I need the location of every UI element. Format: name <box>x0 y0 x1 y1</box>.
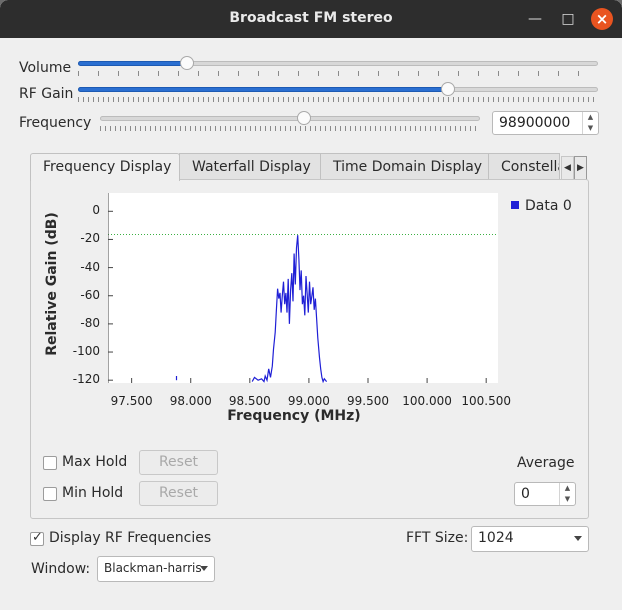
frequency-handle[interactable] <box>297 111 311 125</box>
spectrum-svg <box>108 193 498 383</box>
x-tick-label: 99.500 <box>347 394 389 408</box>
tab-frequency-display[interactable]: Frequency Display <box>30 153 180 181</box>
x-tick-label: 100.500 <box>461 394 511 408</box>
average-spinbox[interactable]: 0 ▲ ▼ <box>514 482 576 506</box>
rf-gain-label: RF Gain <box>19 86 74 102</box>
y-tick-label: -40 <box>80 259 100 274</box>
y-tick-label: -100 <box>72 344 100 359</box>
title-bar[interactable]: Broadcast FM stereo — □ × <box>0 0 622 38</box>
volume-slider[interactable] <box>78 56 598 77</box>
legend: Data 0 <box>511 198 572 214</box>
display-rf-checkbox[interactable] <box>30 530 44 546</box>
x-tick-label: 98.500 <box>228 394 271 408</box>
window-value: Blackman-harris <box>104 561 202 575</box>
maximize-icon[interactable]: □ <box>557 8 579 30</box>
frequency-slider[interactable] <box>100 111 480 132</box>
tab-time-domain-display[interactable]: Time Domain Display <box>320 153 489 180</box>
volume-ticks <box>78 71 598 76</box>
fft-size-select[interactable]: 1024 <box>471 526 589 552</box>
spectrum-plot[interactable] <box>108 193 498 383</box>
x-axis-label: Frequency (MHz) <box>227 408 361 424</box>
display-rf-label: Display RF Frequencies <box>49 530 212 546</box>
x-tick-label: 99.000 <box>287 394 330 408</box>
y-tick-label: -120 <box>72 372 100 387</box>
max-hold-label: Max Hold <box>62 454 128 470</box>
rf-gain-slider[interactable] <box>78 82 598 103</box>
chevron-down-icon <box>200 566 208 571</box>
y-tick-label: -20 <box>80 231 100 246</box>
frequency-track <box>100 116 480 121</box>
tab-scroll-left-icon[interactable]: ◀ <box>561 156 574 180</box>
volume-handle[interactable] <box>180 56 194 70</box>
min-hold-label: Min Hold <box>62 485 124 501</box>
window-select[interactable]: Blackman-harris <box>97 556 215 582</box>
volume-fill <box>78 61 187 66</box>
legend-label: Data 0 <box>525 198 572 214</box>
tab-constellation[interactable]: Constella <box>488 153 560 180</box>
spin-down-icon[interactable]: ▼ <box>583 123 598 134</box>
x-tick-label: 100.000 <box>402 394 452 408</box>
frequency-spin-arrows[interactable]: ▲ ▼ <box>582 112 598 134</box>
series-line-data-0 <box>251 235 328 383</box>
average-value[interactable]: 0 <box>521 486 530 502</box>
fft-size-label: FFT Size: <box>406 530 469 546</box>
x-tick-label: 97.500 <box>110 394 153 408</box>
chevron-down-icon <box>574 536 582 541</box>
y-tick-label: -60 <box>80 287 100 302</box>
max-hold-checkbox[interactable] <box>43 456 57 470</box>
minimize-icon[interactable]: — <box>524 8 546 30</box>
y-axis-label: Relative Gain (dB) <box>44 212 60 356</box>
y-tick-label: -80 <box>80 315 100 330</box>
close-icon[interactable]: × <box>591 8 613 30</box>
rf-gain-ticks <box>78 97 598 102</box>
frequency-value[interactable]: 98900000 <box>499 115 570 131</box>
spin-up-icon[interactable]: ▲ <box>583 112 598 123</box>
min-hold-checkbox[interactable] <box>43 487 57 501</box>
average-spin-arrows[interactable]: ▲ ▼ <box>559 483 575 505</box>
max-hold-reset-button[interactable]: Reset <box>139 450 218 475</box>
window-label: Window: <box>31 561 91 577</box>
frequency-spinbox[interactable]: 98900000 ▲ ▼ <box>492 111 599 135</box>
legend-swatch <box>511 201 519 209</box>
frequency-ticks <box>100 126 480 131</box>
x-tick-label: 98.000 <box>169 394 212 408</box>
spin-up-icon[interactable]: ▲ <box>560 483 575 494</box>
app-window: Broadcast FM stereo — □ × Volume RF Gain… <box>0 0 622 610</box>
tab-scroll-right-icon[interactable]: ▶ <box>574 156 587 180</box>
average-label: Average <box>517 455 575 471</box>
spin-down-icon[interactable]: ▼ <box>560 494 575 505</box>
min-hold-reset-button[interactable]: Reset <box>139 481 218 506</box>
rf-gain-fill <box>78 87 448 92</box>
volume-label: Volume <box>19 60 72 76</box>
rf-gain-handle[interactable] <box>441 82 455 96</box>
y-tick-label: 0 <box>92 203 100 218</box>
tab-waterfall-display[interactable]: Waterfall Display <box>179 153 321 180</box>
fft-size-value: 1024 <box>478 530 514 546</box>
frequency-label: Frequency <box>19 115 92 131</box>
